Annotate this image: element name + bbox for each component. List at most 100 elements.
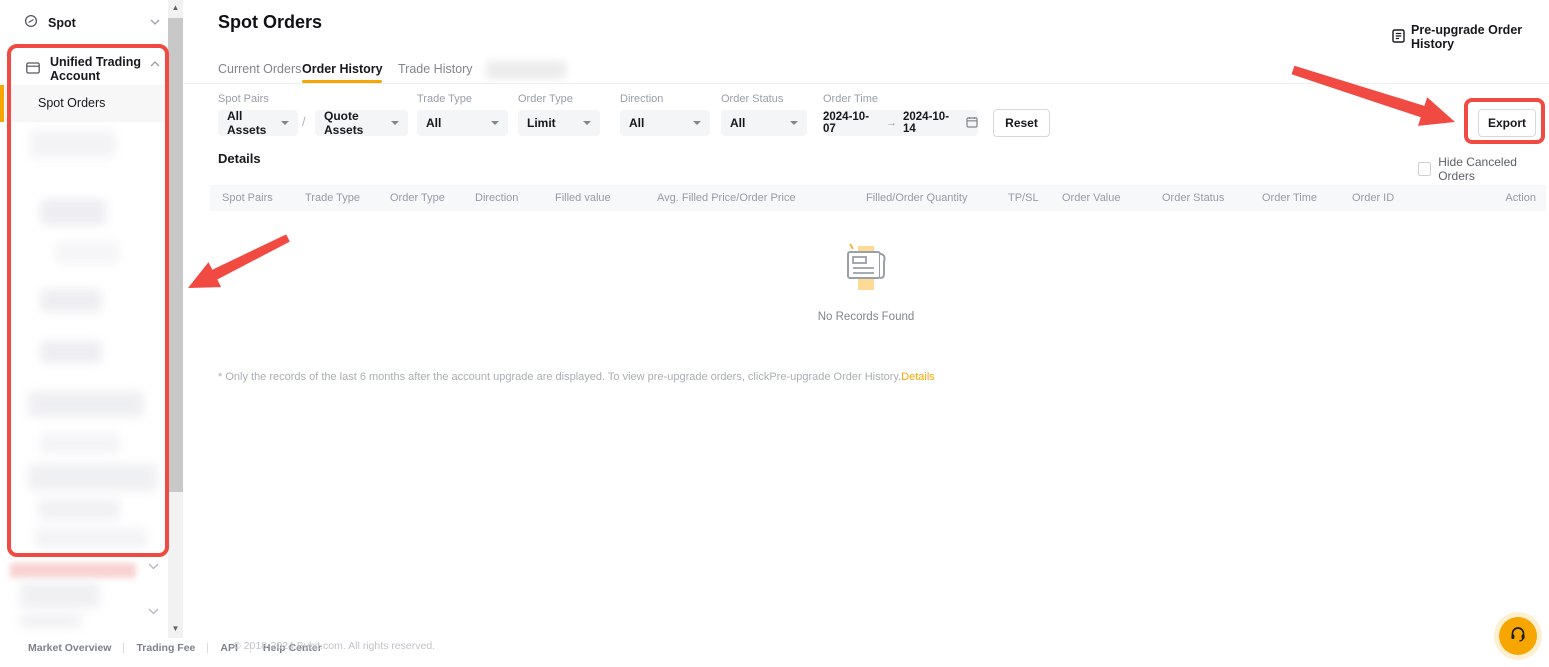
scroll-up-icon[interactable]: ▲	[168, 0, 183, 16]
order-type-dropdown[interactable]: Limit	[518, 110, 600, 136]
pre-upgrade-order-history-link[interactable]: Pre-upgrade Order History	[1392, 23, 1549, 51]
column-header: TP/SL	[1008, 192, 1039, 204]
redacted-menu-item[interactable]	[40, 199, 106, 225]
redacted-menu-item-highlighted[interactable]	[10, 563, 136, 578]
base-asset-dropdown[interactable]: All Assets	[218, 110, 298, 136]
hide-canceled-orders-toggle[interactable]: Hide Canceled Orders	[1418, 155, 1549, 183]
footnote-text: * Only the records of the last 6 months …	[218, 371, 901, 383]
spot-coin-icon	[24, 14, 38, 31]
column-header: Spot Pairs	[222, 192, 273, 204]
page-title: Spot Orders	[218, 12, 322, 33]
column-header: Order Value	[1062, 192, 1121, 204]
wallet-card-icon	[26, 62, 40, 77]
document-icon	[1392, 29, 1405, 46]
annotation-arrow-sidebar	[180, 228, 300, 298]
annotation-arrow-export	[1285, 60, 1465, 135]
sidebar-item-label: Unified Trading Account	[50, 55, 164, 83]
redacted-menu-item[interactable]	[55, 242, 119, 264]
tabs-divider	[184, 83, 1549, 84]
chevron-down-icon	[148, 605, 159, 620]
redacted-menu-item[interactable]	[28, 391, 144, 417]
redacted-menu-item[interactable]	[35, 528, 147, 548]
caret-down-icon	[491, 121, 499, 125]
caret-down-icon	[391, 121, 399, 125]
redacted-menu-item[interactable]	[40, 289, 102, 312]
table-header-row: Spot Pairs Trade Type Order Type Directi…	[210, 185, 1546, 211]
calendar-icon	[966, 116, 978, 131]
quote-asset-value: Quote Assets	[324, 109, 383, 137]
trade-type-label: Trade Type	[417, 93, 472, 105]
redacted-menu-item[interactable]	[20, 583, 100, 608]
order-type-value: Limit	[527, 116, 556, 130]
order-time-label: Order Time	[823, 93, 878, 105]
sidebar-active-indicator	[0, 85, 4, 122]
footer-link-trading-fee[interactable]: Trading Fee	[136, 642, 195, 654]
scroll-down-icon[interactable]: ▼	[168, 621, 183, 637]
empty-state: No Records Found	[780, 240, 952, 323]
tab-trade-history[interactable]: Trade History	[398, 62, 473, 76]
column-header: Order Type	[390, 192, 445, 204]
tab-current-orders[interactable]: Current Orders	[218, 62, 301, 76]
caret-down-icon	[693, 121, 701, 125]
column-header: Action	[1505, 192, 1536, 204]
chevron-down-icon	[150, 14, 160, 33]
direction-value: All	[629, 116, 644, 130]
base-asset-value: All Assets	[227, 109, 273, 137]
sidebar-item-spot-orders[interactable]: Spot Orders	[38, 96, 105, 110]
footer-divider	[207, 643, 208, 653]
caret-down-icon	[583, 121, 591, 125]
redacted-menu-item[interactable]	[40, 341, 102, 363]
sidebar-scrollbar-thumb[interactable]	[168, 18, 183, 492]
column-header: Direction	[475, 192, 518, 204]
export-button[interactable]: Export	[1478, 109, 1536, 137]
date-from: 2024-10-07	[823, 111, 880, 135]
footer-link-market-overview[interactable]: Market Overview	[28, 642, 111, 654]
spot-pairs-label: Spot Pairs	[218, 93, 269, 105]
chevron-down-icon	[148, 560, 159, 575]
customer-support-button[interactable]	[1499, 617, 1537, 655]
column-header: Order Time	[1262, 192, 1317, 204]
tab-redacted[interactable]	[486, 61, 566, 79]
sidebar-item-spot[interactable]: Spot	[24, 14, 162, 31]
order-status-label: Order Status	[721, 93, 783, 105]
headset-icon	[1509, 625, 1527, 648]
redacted-menu-item[interactable]	[20, 613, 82, 628]
redacted-menu-item[interactable]	[40, 433, 120, 454]
trade-type-value: All	[426, 116, 441, 130]
column-header: Order ID	[1352, 192, 1394, 204]
order-time-range-picker[interactable]: 2024-10-07 → 2024-10-14	[823, 110, 978, 136]
redacted-menu-item[interactable]	[30, 130, 115, 158]
column-header: Filled/Order Quantity	[866, 192, 967, 204]
sidebar: Spot Unified Trading Account Spot Orders	[0, 0, 168, 640]
caret-down-icon	[281, 121, 289, 125]
order-type-label: Order Type	[518, 93, 573, 105]
redacted-menu-item[interactable]	[38, 499, 120, 520]
records-footnote: * Only the records of the last 6 months …	[218, 371, 935, 383]
column-header: Trade Type	[305, 192, 360, 204]
pre-upgrade-label: Pre-upgrade Order History	[1411, 23, 1549, 51]
date-to: 2024-10-14	[903, 111, 960, 135]
order-status-dropdown[interactable]: All	[721, 110, 807, 136]
spot-orders-page: Spot Unified Trading Account Spot Orders	[0, 0, 1549, 667]
copyright-text: © 2018-2024 Bybit.com. All rights reserv…	[233, 640, 435, 652]
direction-dropdown[interactable]: All	[620, 110, 710, 136]
footer-divider	[123, 643, 124, 653]
empty-state-message: No Records Found	[780, 311, 952, 323]
checkbox-unchecked-icon[interactable]	[1418, 162, 1431, 176]
column-header: Filled value	[555, 192, 611, 204]
trade-type-dropdown[interactable]: All	[417, 110, 508, 136]
column-header: Avg. Filled Price/Order Price	[657, 192, 796, 204]
details-link[interactable]: Details	[901, 371, 935, 383]
date-range-arrow: →	[886, 117, 897, 129]
hide-canceled-label: Hide Canceled Orders	[1438, 155, 1549, 183]
tab-order-history[interactable]: Order History	[302, 62, 383, 76]
redacted-menu-item[interactable]	[28, 464, 158, 491]
details-title: Details	[218, 151, 261, 166]
column-header: Order Status	[1162, 192, 1224, 204]
sidebar-item-unified-trading-account[interactable]: Unified Trading Account	[26, 55, 164, 83]
chevron-up-icon	[150, 56, 160, 75]
caret-down-icon	[790, 121, 798, 125]
no-records-icon	[838, 240, 894, 294]
reset-button[interactable]: Reset	[993, 109, 1050, 137]
quote-asset-dropdown[interactable]: Quote Assets	[315, 110, 408, 136]
